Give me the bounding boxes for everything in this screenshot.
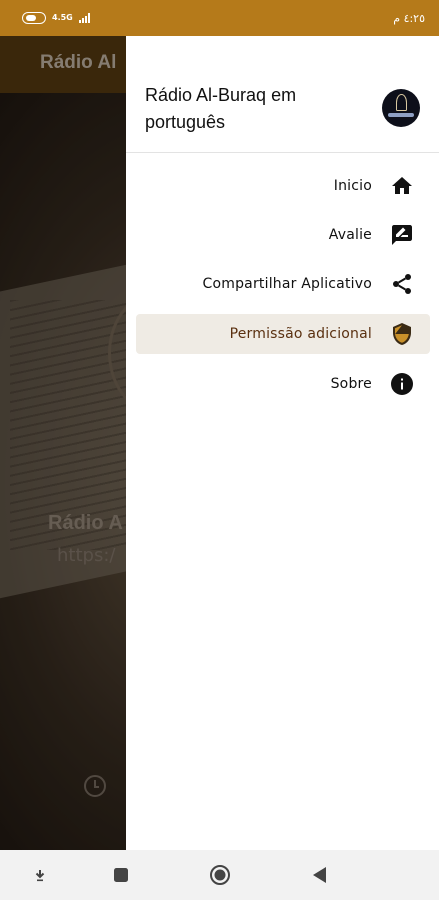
menu-item-label: Compartilhar Aplicativo (202, 276, 372, 292)
network-type: 4.5G (52, 13, 73, 22)
recents-square-icon[interactable] (109, 863, 133, 887)
menu-item-label: Permissão adicional (229, 326, 372, 342)
drawer-header: Rádio Al-Buraq em português (126, 36, 439, 153)
signal-icon (78, 13, 90, 23)
menu-item-inicio[interactable]: Inicio (136, 166, 430, 206)
back-triangle-icon[interactable] (308, 863, 332, 887)
download-icon[interactable] (28, 863, 52, 887)
navigation-drawer: Rádio Al-Buraq em português Inicio Avali… (126, 36, 439, 850)
drawer-title: Rádio Al-Buraq em português (145, 85, 297, 132)
menu-item-compartilhar[interactable]: Compartilhar Aplicativo (136, 264, 430, 304)
radio-station-logo (382, 89, 420, 127)
share-icon (393, 274, 411, 294)
menu-item-label: Sobre (330, 376, 372, 392)
shield-icon (393, 323, 411, 345)
system-nav-bar (0, 850, 439, 900)
info-icon (391, 373, 413, 395)
status-indicators: 4.5G (22, 12, 90, 24)
status-bar: 4.5G ٤:٢٥ م (0, 0, 439, 36)
home-circle-icon[interactable] (208, 863, 232, 887)
home-icon (392, 177, 412, 194)
rate-feedback-icon (392, 225, 412, 245)
menu-item-label: Inicio (333, 178, 372, 194)
menu-item-sobre[interactable]: Sobre (136, 364, 430, 404)
status-time: ٤:٢٥ م (393, 12, 425, 25)
battery-icon (22, 12, 46, 24)
menu-item-avalie[interactable]: Avalie (136, 215, 430, 255)
menu-item-permissao[interactable]: Permissão adicional (136, 314, 430, 354)
menu-item-label: Avalie (328, 227, 372, 243)
